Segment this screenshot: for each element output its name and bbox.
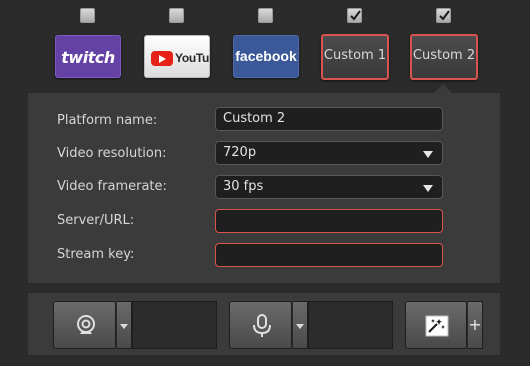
chevron-down-icon [423,151,433,158]
chevron-down-icon [296,324,304,329]
twitch-logo: twitch [61,48,115,67]
video-framerate-value: 30 fps [223,179,264,194]
video-resolution-select[interactable]: 720p [215,141,443,165]
facebook-logo: facebook [235,48,297,64]
microphone-button[interactable] [229,301,292,349]
microphone-dropdown-button[interactable] [292,301,308,349]
webcam-button[interactable] [53,301,116,349]
custom1-enable-checkbox[interactable] [347,8,362,23]
video-framerate-select[interactable]: 30 fps [215,175,443,199]
twitch-enable-checkbox[interactable] [80,8,95,23]
custom2-enable-checkbox[interactable] [436,8,451,23]
chevron-down-icon [120,324,128,329]
stream-key-input[interactable] [215,243,443,267]
video-framerate-label: Video framerate: [57,179,167,194]
webcam-source-slot[interactable] [132,301,217,349]
checkmark-icon [350,10,361,21]
platform-name-input[interactable]: Custom 2 [215,107,443,131]
effects-icon [425,315,449,337]
custom1-platform-button[interactable]: Custom 1 [321,34,389,80]
custom2-label: Custom 2 [412,48,476,63]
webcam-dropdown-button[interactable] [116,301,132,349]
microphone-icon [253,314,271,337]
plus-icon: + [468,315,482,334]
checkmark-icon [439,10,450,21]
platform-name-label: Platform name: [57,113,158,128]
youtube-enable-checkbox[interactable] [169,8,184,23]
youtube-logo: YouTube [151,50,209,66]
video-resolution-label: Video resolution: [57,146,167,161]
webcam-icon [77,315,95,334]
facebook-enable-checkbox[interactable] [258,8,273,23]
chevron-down-icon [423,185,433,192]
twitch-platform-button[interactable]: twitch [55,35,121,78]
youtube-platform-button[interactable]: YouTube [144,35,210,78]
server-url-label: Server/URL: [57,213,135,228]
server-url-input[interactable] [215,209,443,233]
facebook-platform-button[interactable]: facebook [233,35,299,78]
microphone-source-slot[interactable] [308,301,393,349]
custom1-label: Custom 1 [323,48,387,63]
custom2-platform-button[interactable]: Custom 2 [410,34,478,80]
effects-button[interactable] [405,301,467,349]
add-effect-button[interactable]: + [467,301,483,349]
youtube-play-icon [151,50,173,66]
video-resolution-value: 720p [223,145,257,160]
stream-key-label: Stream key: [57,247,135,262]
